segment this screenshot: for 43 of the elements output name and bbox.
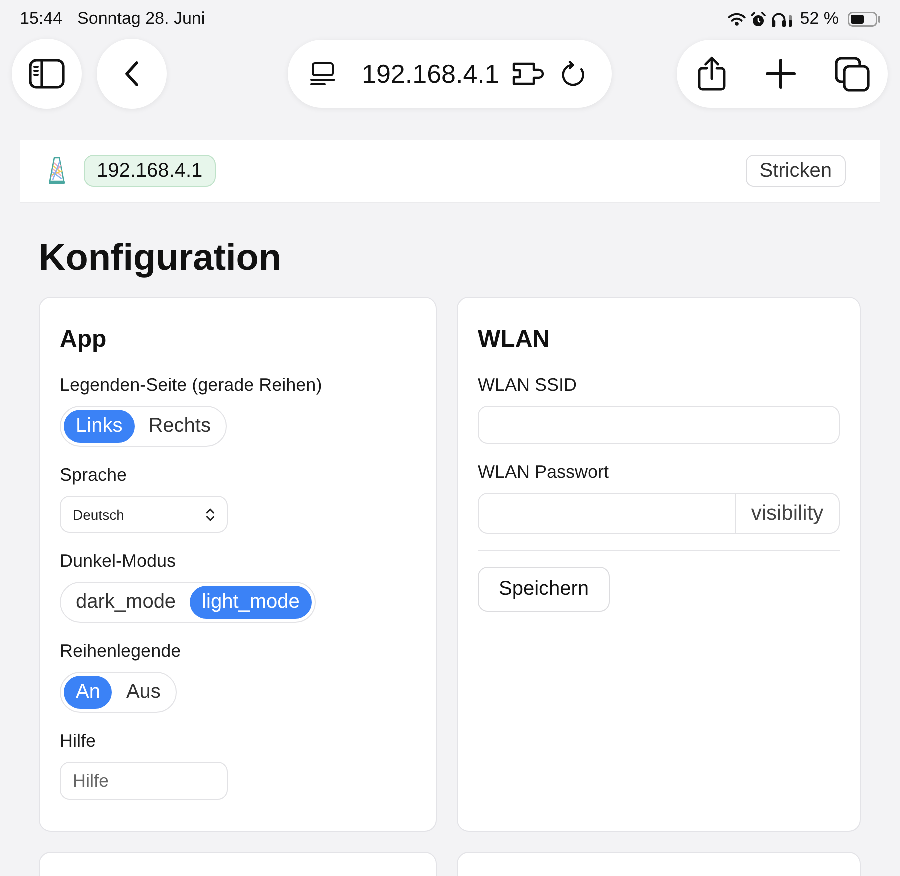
sidebar-icon xyxy=(29,59,65,89)
segment-option[interactable]: An xyxy=(64,676,112,709)
card-title: WLAN xyxy=(478,326,551,354)
password-field[interactable] xyxy=(478,493,736,534)
card-title: App xyxy=(60,326,108,354)
dropdown-select[interactable]: Deutsch xyxy=(60,496,228,533)
reload-icon[interactable] xyxy=(561,61,586,87)
page-title: Konfiguration xyxy=(39,236,283,280)
segment-option[interactable]: light_mode xyxy=(190,586,312,619)
status-time: 15:44 xyxy=(20,9,63,29)
wifi-icon xyxy=(728,12,746,26)
text-field[interactable] xyxy=(478,406,840,444)
chevron-left-icon xyxy=(125,61,139,87)
chevron-up-down-icon xyxy=(206,508,215,522)
field-label: Reihenlegende xyxy=(60,640,182,663)
field-label: Sprache xyxy=(60,464,128,487)
segment-option[interactable]: dark_mode xyxy=(64,586,188,619)
battery-percent: 52 % xyxy=(800,9,839,29)
plus-icon[interactable] xyxy=(766,59,796,89)
battery-icon xyxy=(848,12,881,26)
field-label: Dunkel-Modus xyxy=(60,550,176,573)
nav-button[interactable]: Stricken xyxy=(746,155,846,187)
text-field[interactable]: Hilfe xyxy=(60,762,228,800)
host-badge: 192.168.4.1 xyxy=(84,155,216,187)
puzzle-icon[interactable] xyxy=(512,61,546,87)
segment-option[interactable]: Links xyxy=(64,410,135,443)
field-label: Legenden-Seite (gerade Reihen) xyxy=(60,374,322,397)
field-label: WLAN SSID xyxy=(478,374,578,397)
address-bar[interactable]: 192.168.4.1 xyxy=(288,40,612,108)
tabs-icon[interactable] xyxy=(835,56,870,92)
segment-option[interactable]: Aus xyxy=(114,676,173,709)
yarn-cone-icon xyxy=(48,156,66,186)
alarm-clock-icon xyxy=(751,12,766,26)
page-menu-icon[interactable] xyxy=(310,62,336,86)
status-date: Sonntag 28. Juni xyxy=(78,9,206,29)
share-icon[interactable] xyxy=(697,56,727,92)
segment-option[interactable]: Rechts xyxy=(136,410,223,443)
field-label: WLAN Passwort xyxy=(478,461,610,484)
field-label: Hilfe xyxy=(60,730,96,753)
address-text: 192.168.4.1 xyxy=(362,58,500,90)
save-button[interactable]: Speichern xyxy=(478,567,610,612)
headphones-icon xyxy=(771,12,794,26)
visibility-toggle[interactable]: visibility xyxy=(736,493,840,534)
